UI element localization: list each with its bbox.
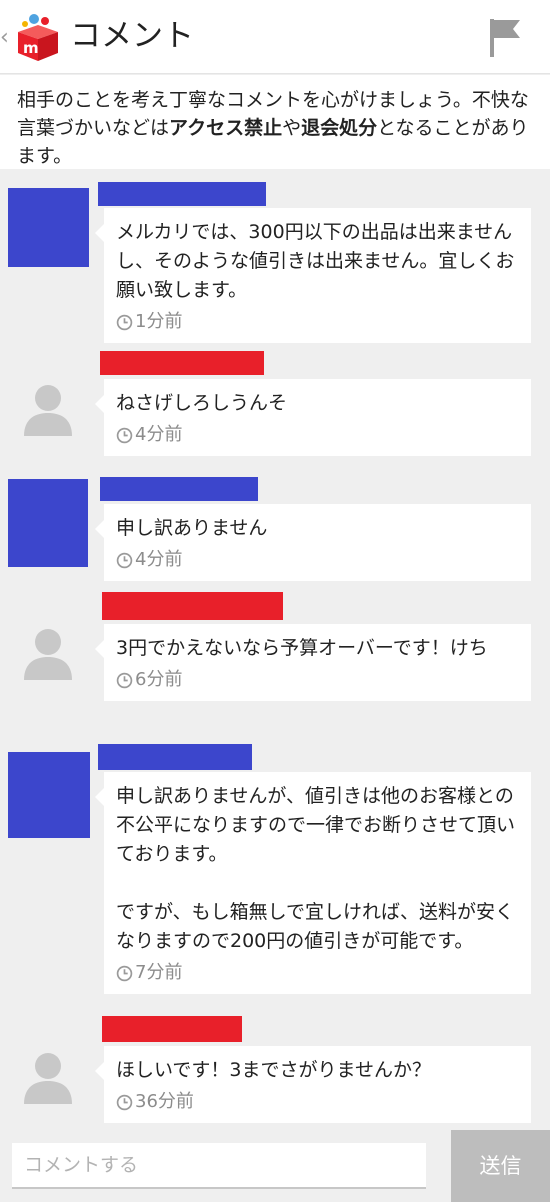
comment-compose-bar: 送信 <box>0 1130 550 1202</box>
comment-time-text: 7分前 <box>135 962 183 983</box>
clock-icon <box>116 427 133 443</box>
comment-bubble: メルカリでは、300円以下の出品は出来ませんし、そのような値引きは出来ません。宜… <box>95 208 531 343</box>
comment-bubble: ねさげしろしうんそ 4分前 <box>95 379 531 456</box>
comment-timestamp: 36分前 <box>116 1089 519 1115</box>
comment-text: 3円でかえないなら予算オーバーです！けち <box>116 637 488 659</box>
comment-text: 申し訳ありません <box>116 517 268 539</box>
app-header: ‹ m コメント <box>0 0 550 74</box>
clock-icon <box>116 314 133 330</box>
chevron-left-icon[interactable]: ‹ <box>0 24 9 52</box>
seller-name-redacted[interactable] <box>98 182 266 206</box>
svg-text:m: m <box>23 39 39 57</box>
seller-avatar[interactable] <box>8 479 88 567</box>
comment-timestamp: 4分前 <box>116 547 519 573</box>
default-user-avatar-icon[interactable] <box>22 1050 74 1104</box>
clock-icon <box>116 965 133 981</box>
send-button[interactable]: 送信 <box>451 1130 550 1202</box>
seller-avatar[interactable] <box>8 188 89 267</box>
comment-text: メルカリでは、300円以下の出品は出来ませんし、そのような値引きは出来ません。宜… <box>116 221 515 301</box>
comment-time-text: 36分前 <box>135 1091 194 1112</box>
comment-list[interactable]: メルカリでは、300円以下の出品は出来ませんし、そのような値引きは出来ません。宜… <box>0 170 550 1130</box>
comment-timestamp: 6分前 <box>116 667 519 693</box>
seller-avatar[interactable] <box>8 752 90 838</box>
comment-guideline-notice: 相手のことを考え丁寧なコメントを心がけましょう。不快な言葉づかいなどはアクセス禁… <box>0 75 550 169</box>
comment-input[interactable] <box>12 1143 426 1189</box>
buyer-name-redacted[interactable] <box>102 1016 242 1042</box>
comment-time-text: 1分前 <box>135 311 183 332</box>
comment-text: ねさげしろしうんそ <box>116 392 288 414</box>
comment-bubble: 申し訳ありませんが、値引きは他のお客様との不公平になりますので一律でお断りさせて… <box>95 772 531 994</box>
clock-icon <box>116 552 133 568</box>
default-user-avatar-icon[interactable] <box>22 382 74 436</box>
comment-time-text: 4分前 <box>135 424 183 445</box>
comment-time-text: 4分前 <box>135 549 183 570</box>
comment-bubble: 申し訳ありません 4分前 <box>95 504 531 581</box>
page-title: コメント <box>70 18 194 54</box>
comment-timestamp: 1分前 <box>116 309 519 335</box>
seller-name-redacted[interactable] <box>98 744 252 770</box>
default-user-avatar-icon[interactable] <box>22 626 74 680</box>
comment-text: ほしいです！3までさがりませんか？ <box>116 1059 431 1081</box>
comment-bubble: 3円でかえないなら予算オーバーです！けち 6分前 <box>95 624 531 701</box>
buyer-name-redacted[interactable] <box>100 351 264 375</box>
mercari-box-logo: m <box>18 14 58 61</box>
clock-icon <box>116 1094 133 1110</box>
comment-bubble: ほしいです！3までさがりませんか？ 36分前 <box>95 1046 531 1123</box>
clock-icon <box>116 672 133 688</box>
comment-text: 申し訳ありませんが、値引きは他のお客様との不公平になりますので一律でお断りさせて… <box>116 785 516 952</box>
buyer-name-redacted[interactable] <box>102 592 283 620</box>
notice-bold-withdrawal: 退会処分 <box>301 117 378 139</box>
flag-icon[interactable] <box>487 16 523 60</box>
seller-name-redacted[interactable] <box>100 477 258 501</box>
notice-bold-access-ban: アクセス禁止 <box>169 117 283 139</box>
comment-time-text: 6分前 <box>135 669 183 690</box>
comment-timestamp: 4分前 <box>116 422 519 448</box>
comment-timestamp: 7分前 <box>116 960 519 986</box>
notice-text-2: や <box>282 117 302 139</box>
